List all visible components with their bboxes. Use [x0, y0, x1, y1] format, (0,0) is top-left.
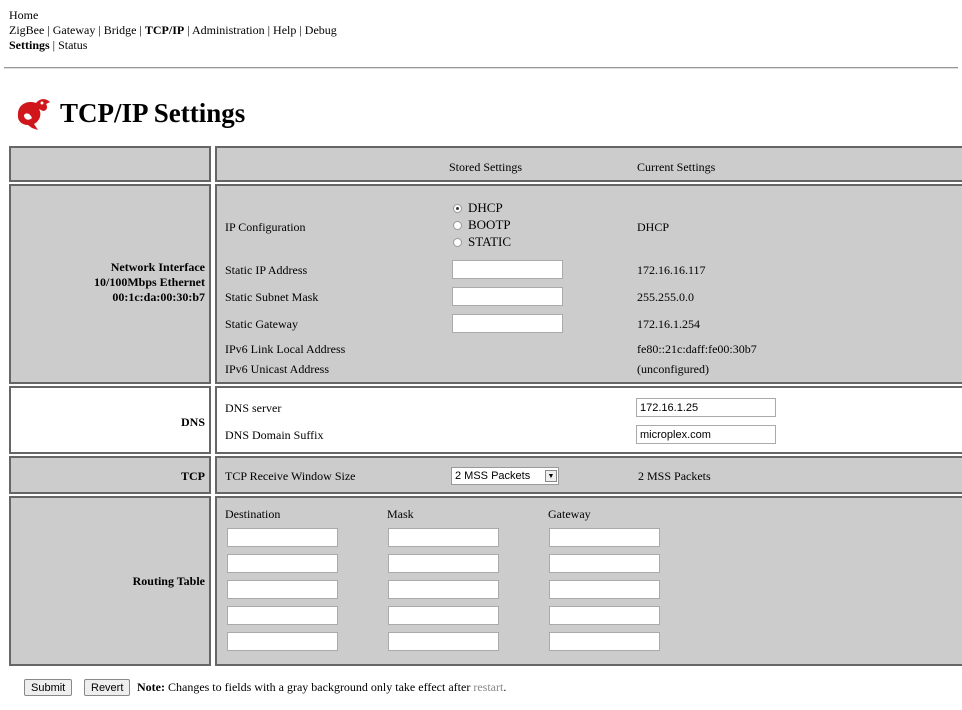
radio-static[interactable]: STATIC [453, 234, 511, 250]
dns-label-cell: DNS [9, 386, 211, 454]
subnet-label: Static Subnet Mask [225, 290, 319, 304]
static-ip-current: 172.16.16.117 [637, 263, 706, 277]
ipv6-link-label: IPv6 Link Local Address [225, 342, 346, 356]
routing-label-cell: Routing Table [9, 496, 211, 666]
static-ip-input[interactable] [452, 260, 563, 279]
routing-mask-header: Mask [387, 507, 414, 521]
ipv6-unicast-current: (unconfigured) [637, 362, 709, 376]
route-2-mask-input[interactable] [388, 554, 499, 573]
tcp-settings-cell: TCP Receive Window Size 2 MSS Packets ▼ … [215, 456, 962, 494]
gateway-input[interactable] [452, 314, 563, 333]
tcp-window-select-value: 2 MSS Packets [455, 470, 531, 482]
route-4-gateway-input[interactable] [549, 606, 660, 625]
tcp-label-cell: TCP [9, 456, 211, 494]
ip-config-current: DHCP [637, 220, 670, 234]
tcp-row: TCP TCP Receive Window Size 2 MSS Packet… [9, 456, 962, 494]
route-4-destination-input[interactable] [227, 606, 338, 625]
radio-dhcp-indicator[interactable] [453, 203, 462, 213]
submit-button[interactable]: Submit [24, 679, 73, 696]
gateway-current: 172.16.1.254 [637, 317, 700, 331]
page-header: TCP/IP Settings [12, 94, 245, 132]
page-title: TCP/IP Settings [60, 97, 246, 128]
dns-server-input[interactable] [636, 398, 776, 417]
note-label: Note: [137, 680, 165, 694]
nav-bridge-link[interactable]: Bridge [104, 23, 137, 37]
network-interface-mac: 00:1c:da:00:30:b7 [112, 290, 205, 304]
network-interface-label-cell: Network Interface 10/100Mbps Ethernet 00… [9, 184, 211, 384]
dns-row: DNS DNS server DNS Domain Suffix [9, 386, 962, 454]
routing-settings-cell: Destination Mask Gateway [215, 496, 962, 666]
ip-config-label: IP Configuration [225, 220, 306, 234]
route-2-destination-input[interactable] [227, 554, 338, 573]
network-interface-row: Network Interface 10/100Mbps Ethernet 00… [9, 184, 962, 384]
ipv6-link-current: fe80::21c:daff:fe00:30b7 [637, 342, 757, 356]
subnet-input[interactable] [452, 287, 563, 306]
network-interface-settings-cell: IP Configuration DHCP BOOTP STATIC DHCP … [215, 184, 962, 384]
divider [4, 67, 958, 69]
routing-row: Routing Table Destination Mask Gateway [9, 496, 962, 666]
note-text: Changes to fields with a gray background… [164, 680, 474, 694]
chevron-down-icon[interactable]: ▼ [545, 470, 557, 482]
nav-home-link[interactable]: Home [9, 8, 38, 22]
note-period: . [503, 680, 507, 694]
subnet-current: 255.255.0.0 [637, 290, 694, 304]
route-3-destination-input[interactable] [227, 580, 338, 599]
nav-gateway-link[interactable]: Gateway [53, 23, 96, 37]
current-settings-header: Current Settings [637, 160, 716, 174]
revert-button[interactable]: Revert [84, 679, 131, 696]
radio-dhcp-label: DHCP [468, 200, 503, 215]
routing-destination-header: Destination [225, 507, 281, 521]
ipv6-unicast-label: IPv6 Unicast Address [225, 362, 329, 376]
route-2-gateway-input[interactable] [549, 554, 660, 573]
nav-settings-link[interactable]: Settings [9, 38, 50, 52]
dns-suffix-label: DNS Domain Suffix [225, 428, 324, 442]
route-1-gateway-input[interactable] [549, 528, 660, 547]
tcp-window-label: TCP Receive Window Size [225, 469, 356, 483]
radio-bootp-indicator[interactable] [453, 220, 462, 230]
nav-administration-link[interactable]: Administration [192, 23, 265, 37]
routing-label: Routing Table [132, 574, 205, 588]
route-1-destination-input[interactable] [227, 528, 338, 547]
header-blank-cell [9, 146, 211, 182]
lizard-logo-icon [17, 99, 50, 130]
static-ip-label: Static IP Address [225, 263, 308, 277]
network-interface-title: Network Interface [110, 260, 205, 274]
radio-bootp-label: BOOTP [468, 217, 511, 232]
tcp-label: TCP [181, 469, 205, 483]
tcp-window-current: 2 MSS Packets [638, 469, 711, 483]
route-5-gateway-input[interactable] [549, 632, 660, 651]
dns-server-label: DNS server [225, 401, 282, 415]
dns-label: DNS [180, 415, 205, 429]
nav-help-link[interactable]: Help [273, 23, 296, 37]
nav-zigbee-link[interactable]: ZigBee [9, 23, 44, 37]
tcp-window-select[interactable]: 2 MSS Packets ▼ [451, 467, 559, 485]
header-cell: Stored Settings Current Settings [215, 146, 962, 182]
route-5-mask-input[interactable] [388, 632, 499, 651]
dns-suffix-input[interactable] [636, 425, 776, 444]
radio-static-indicator[interactable] [453, 237, 462, 247]
footer-note: Note: Changes to fields with a gray back… [137, 680, 506, 695]
gateway-label: Static Gateway [225, 317, 298, 331]
top-navigation: Home ZigBee | Gateway | Bridge | TCP/IP … [9, 8, 337, 52]
radio-dhcp[interactable]: DHCP [453, 200, 503, 216]
route-1-mask-input[interactable] [388, 528, 499, 547]
dns-settings-cell: DNS server DNS Domain Suffix [215, 386, 962, 454]
nav-debug-link[interactable]: Debug [305, 23, 337, 37]
route-3-gateway-input[interactable] [549, 580, 660, 599]
network-interface-speed: 10/100Mbps Ethernet [94, 275, 205, 289]
stored-settings-header: Stored Settings [449, 160, 523, 174]
route-5-destination-input[interactable] [227, 632, 338, 651]
route-3-mask-input[interactable] [388, 580, 499, 599]
routing-gateway-header: Gateway [548, 507, 591, 521]
restart-link[interactable]: restart [473, 680, 503, 694]
nav-status-link[interactable]: Status [58, 38, 87, 52]
nav-tcpip-link[interactable]: TCP/IP [145, 23, 184, 37]
header-row: Stored Settings Current Settings [9, 146, 962, 182]
route-4-mask-input[interactable] [388, 606, 499, 625]
radio-static-label: STATIC [468, 234, 512, 249]
radio-bootp[interactable]: BOOTP [453, 217, 511, 233]
